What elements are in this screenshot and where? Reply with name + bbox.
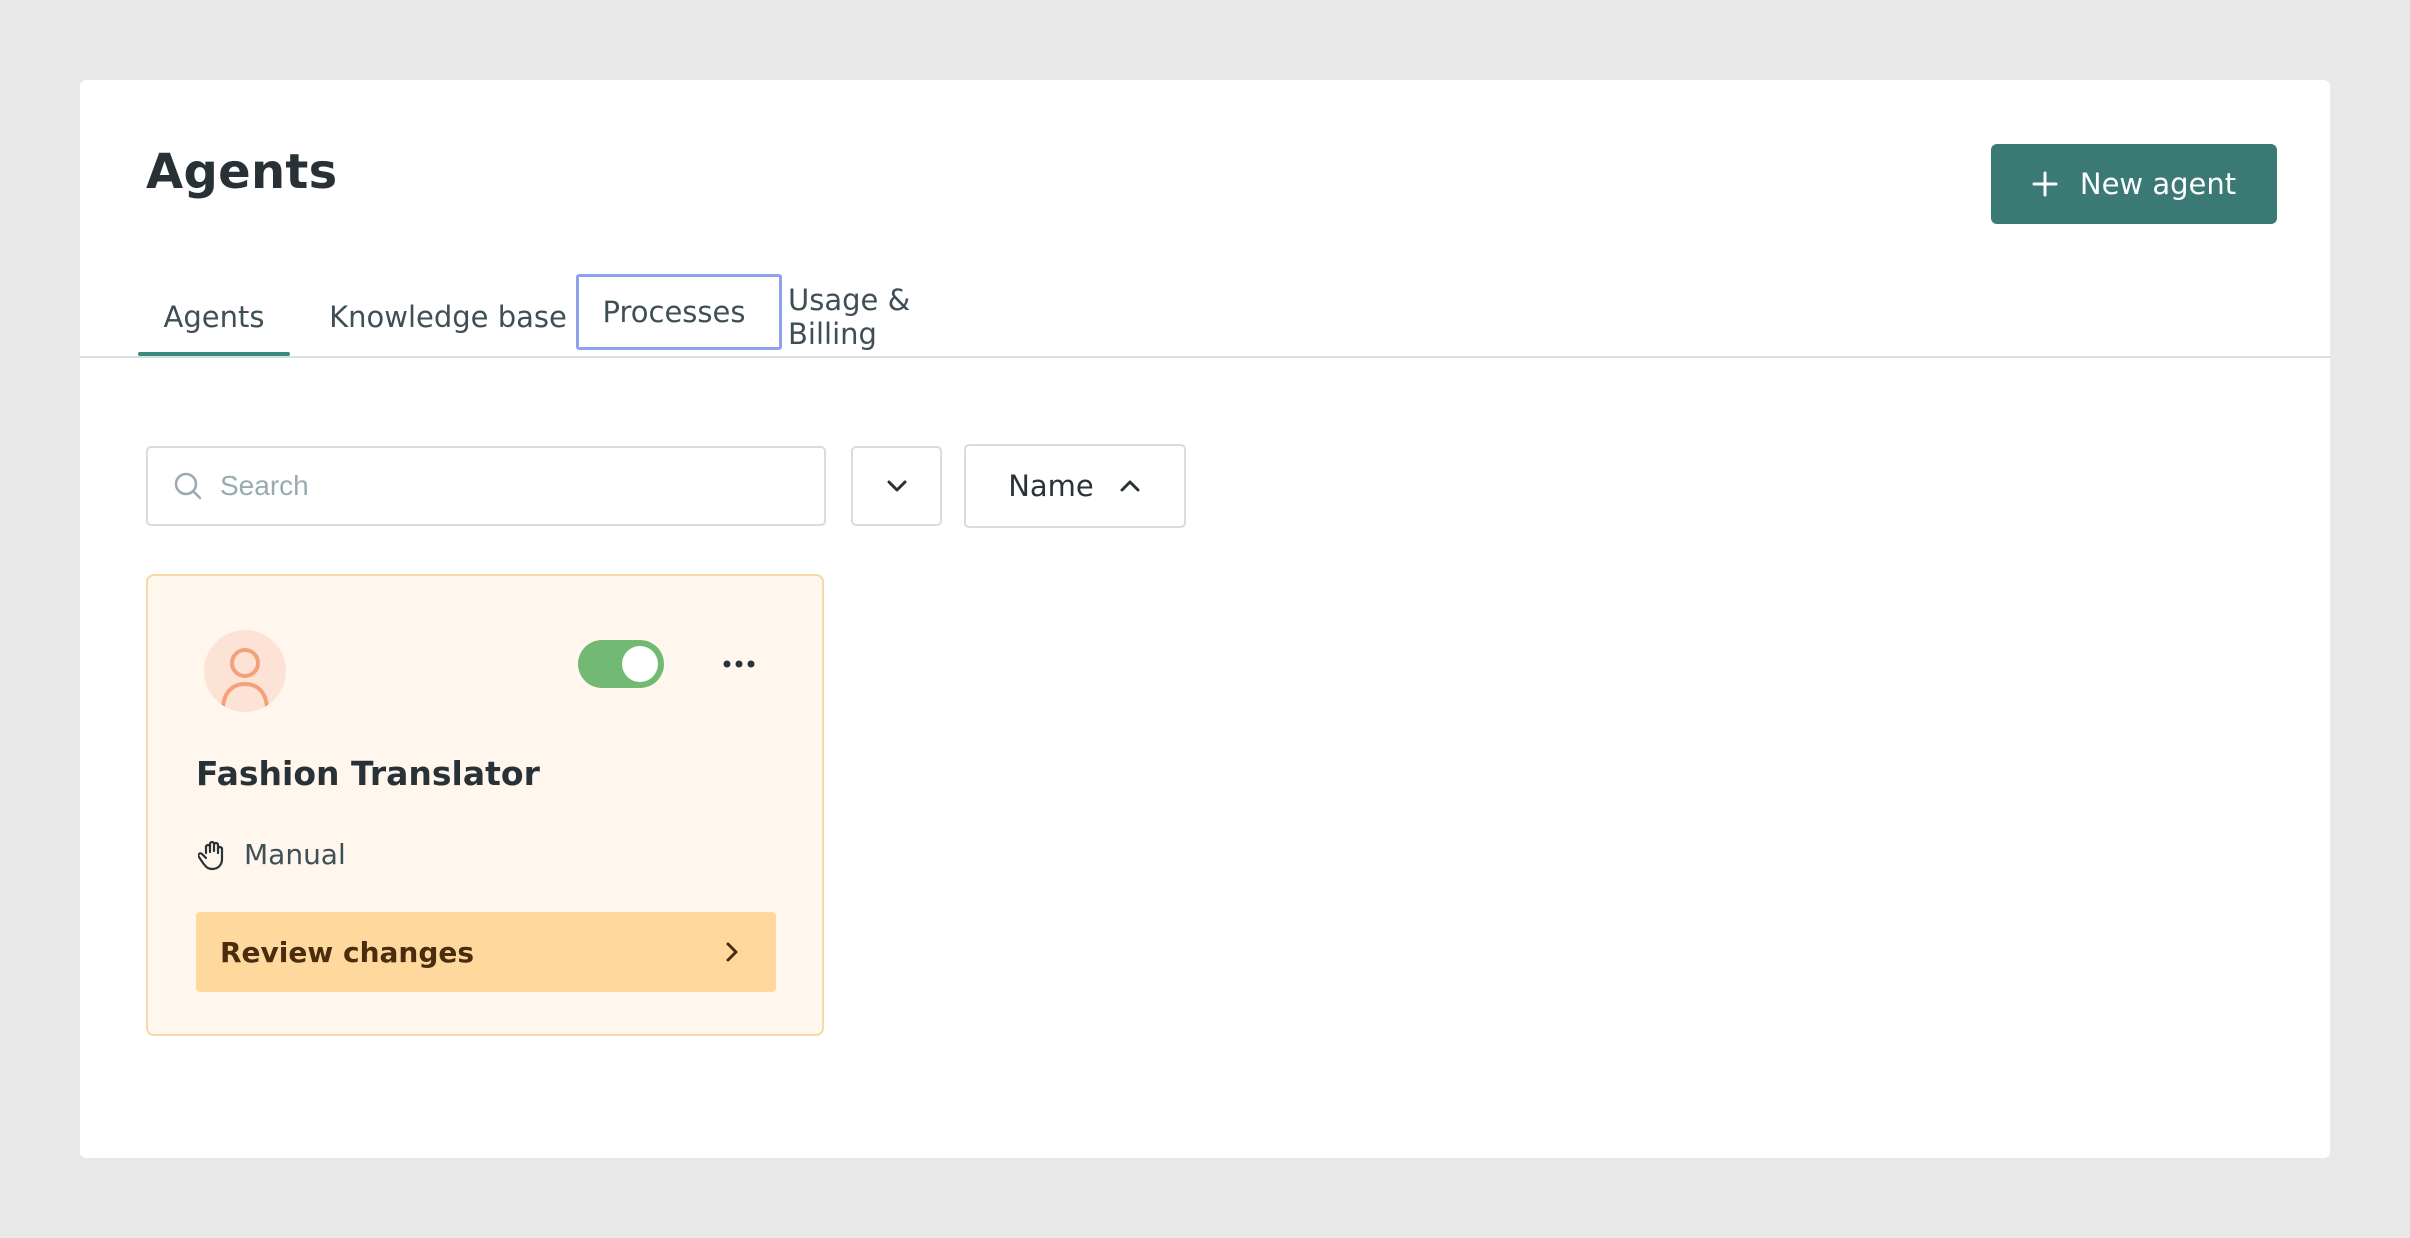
agent-name: Fashion Translator: [196, 754, 540, 793]
tab-agents[interactable]: Agents: [138, 280, 290, 354]
toggle-knob: [622, 646, 658, 682]
sort-label: Name: [1008, 469, 1094, 503]
more-options-button[interactable]: [714, 644, 764, 684]
tab-label: Processes: [602, 295, 746, 329]
search-icon: [174, 472, 202, 500]
main-panel: Agents New agent Agents Knowledge base P…: [80, 80, 2330, 1158]
tabs-divider: [80, 356, 2330, 358]
chevron-right-icon: [726, 942, 738, 962]
new-agent-button[interactable]: New agent: [1991, 144, 2277, 224]
chevron-down-icon: [887, 480, 906, 492]
active-tab-indicator: [138, 352, 290, 356]
user-icon: [221, 648, 269, 712]
tab-usage-billing[interactable]: Usage & Billing: [788, 280, 994, 354]
new-agent-label: New agent: [2079, 167, 2237, 201]
review-changes-button[interactable]: Review changes: [196, 912, 776, 992]
agent-card[interactable]: Fashion Translator Manual Review changes: [146, 574, 824, 1036]
plus-icon: [2032, 171, 2058, 197]
tab-label: Knowledge base: [329, 300, 567, 334]
tab-label: Agents: [163, 300, 265, 334]
agent-mode: Manual: [198, 838, 346, 871]
agent-mode-label: Manual: [244, 838, 346, 871]
avatar: [204, 630, 286, 712]
hand-icon: [198, 840, 224, 870]
page-title: Agents: [146, 144, 338, 200]
review-changes-label: Review changes: [220, 935, 475, 969]
filter-dropdown-button[interactable]: [851, 446, 942, 526]
tab-processes[interactable]: Processes: [576, 274, 782, 350]
chevron-up-icon: [1120, 480, 1140, 492]
more-horizontal-icon: [723, 660, 755, 668]
sort-button[interactable]: Name: [964, 444, 1186, 528]
tab-label: Usage & Billing: [788, 283, 911, 351]
tab-knowledge-base[interactable]: Knowledge base: [316, 280, 580, 354]
search-input[interactable]: [220, 470, 780, 502]
search-box[interactable]: [146, 446, 826, 526]
agent-enabled-toggle[interactable]: [578, 640, 664, 688]
